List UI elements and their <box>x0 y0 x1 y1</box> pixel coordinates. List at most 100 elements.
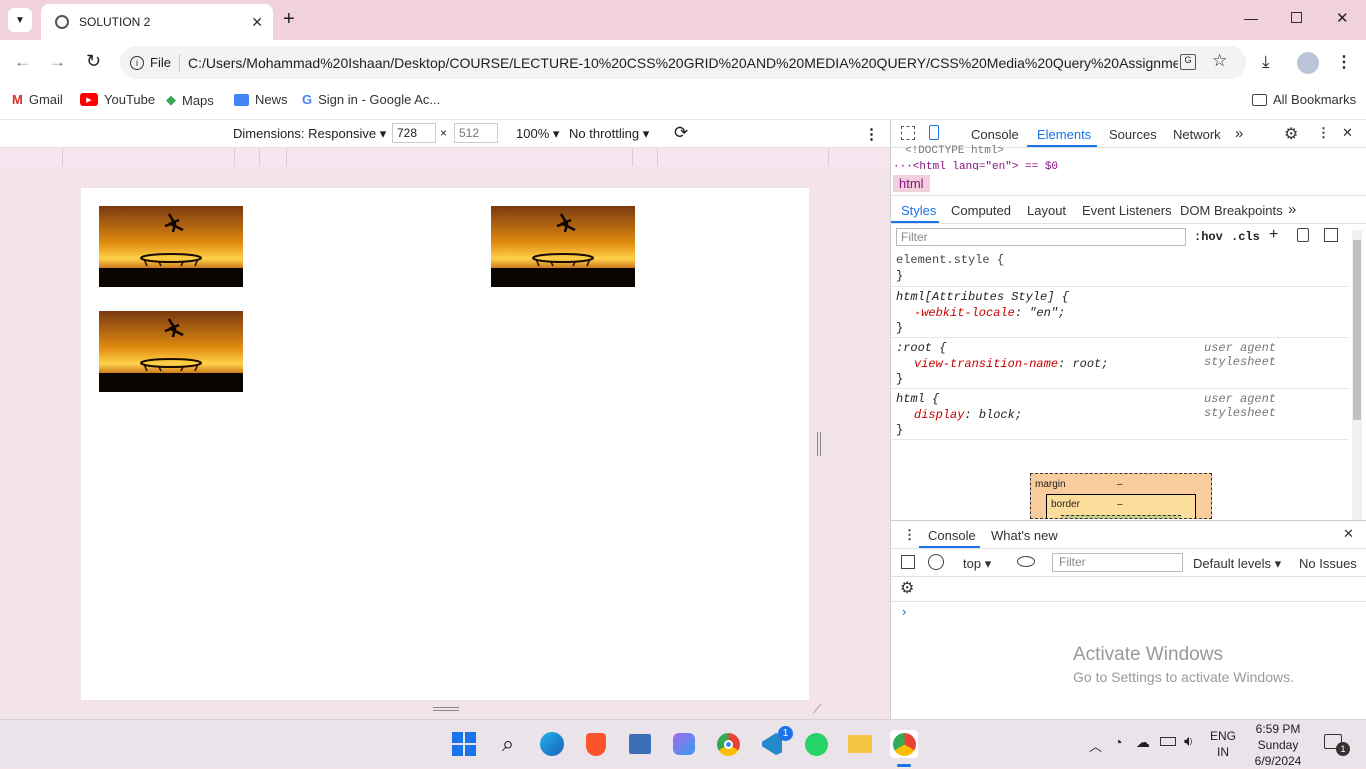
styles-filter-input[interactable]: Filter <box>896 228 1186 246</box>
forward-button[interactable]: → <box>49 52 66 72</box>
chrome-active-icon[interactable] <box>890 730 918 758</box>
minimize-button[interactable]: — <box>1244 10 1258 26</box>
console-prompt[interactable]: › <box>902 604 906 619</box>
browser-tab[interactable]: SOLUTION 2 ✕ <box>41 4 273 40</box>
tab-console[interactable]: Console <box>971 127 1019 142</box>
tab-network[interactable]: Network <box>1173 127 1221 142</box>
bookmark-news[interactable]: News <box>234 92 288 107</box>
drawer-menu-icon[interactable]: ⋮ <box>903 527 916 543</box>
eye-icon[interactable] <box>1017 556 1035 567</box>
settings-gear-icon[interactable]: ⚙ <box>1284 124 1298 144</box>
zoom-select[interactable]: 100% ▾ <box>516 126 559 142</box>
edge-icon[interactable] <box>538 730 566 758</box>
translate-icon[interactable]: G <box>1180 54 1196 70</box>
console-filter-input[interactable]: Filter <box>1052 553 1183 572</box>
box-model-margin[interactable]: margin – border – <box>1030 473 1212 519</box>
cls-toggle[interactable]: .cls <box>1231 230 1260 244</box>
rule-property[interactable]: view-transition-name: root; <box>914 357 1108 371</box>
info-icon[interactable]: i <box>130 55 144 70</box>
close-tab-icon[interactable]: ✕ <box>251 14 263 31</box>
rule-selector[interactable]: element.style { <box>896 253 1004 267</box>
search-icon[interactable]: ⌕ <box>494 730 522 758</box>
tab-search-button[interactable]: ▼ <box>8 8 32 32</box>
restore-button[interactable] <box>1291 12 1302 23</box>
file-explorer-icon[interactable] <box>846 730 874 758</box>
hov-toggle[interactable]: :hov <box>1194 230 1223 244</box>
battery-icon[interactable] <box>1160 737 1176 746</box>
rotate-icon[interactable]: ⟳ <box>674 123 688 143</box>
right-resize-handle[interactable] <box>809 188 829 700</box>
back-button[interactable]: ← <box>14 52 31 72</box>
more-style-tabs-icon[interactable]: » <box>1288 201 1296 218</box>
devtools-menu-icon[interactable]: ⋮ <box>1317 125 1330 141</box>
start-button[interactable] <box>450 730 478 758</box>
rule-selector[interactable]: html { <box>896 392 939 406</box>
device-toggle-icon[interactable] <box>929 125 939 140</box>
copilot-icon[interactable] <box>670 730 698 758</box>
url-text[interactable]: C:/Users/Mohammad%20Ishaan/Desktop/COURS… <box>188 55 1178 71</box>
store-icon[interactable] <box>626 730 654 758</box>
menu-kebab-icon[interactable]: ⋮ <box>1336 52 1352 72</box>
bookmark-gmail[interactable]: M Gmail <box>12 92 63 107</box>
volume-icon[interactable]: 🔉︎ <box>1184 733 1193 750</box>
drawer-tab-console[interactable]: Console <box>928 528 976 543</box>
dom-html-line[interactable]: ···<html lang="en"> == $0 <box>893 161 1058 170</box>
corner-resize-icon[interactable]: ⟋ <box>813 702 821 717</box>
tab-styles[interactable]: Styles <box>901 203 936 218</box>
more-tabs-icon[interactable]: » <box>1235 125 1243 142</box>
tab-computed[interactable]: Computed <box>951 203 1011 218</box>
breadcrumb-html[interactable]: html <box>893 175 930 192</box>
profile-avatar[interactable] <box>1297 52 1319 74</box>
styles-scrollbar[interactable] <box>1352 230 1362 530</box>
add-rule-icon[interactable]: + <box>1269 226 1278 244</box>
inspect-element-icon[interactable] <box>901 126 915 140</box>
dimensions-select[interactable]: Dimensions: Responsive ▾ <box>233 126 386 142</box>
dom-doctype-line[interactable]: <!DOCTYPE html> <box>905 145 1004 157</box>
tab-layout[interactable]: Layout <box>1027 203 1066 218</box>
url-scheme-chip[interactable]: File <box>150 55 171 70</box>
paint-icon[interactable] <box>1297 228 1309 242</box>
tab-dom-breakpoints[interactable]: DOM Breakpoints <box>1180 203 1283 218</box>
new-tab-button[interactable]: + <box>283 8 295 31</box>
drawer-tab-whats-new[interactable]: What's new <box>991 528 1058 543</box>
media-query-ruler[interactable] <box>0 148 890 166</box>
tab-sources[interactable]: Sources <box>1109 127 1157 142</box>
height-input[interactable]: 512 <box>454 123 498 143</box>
download-icon[interactable]: ⤓ <box>1262 52 1270 72</box>
reload-button[interactable]: ↻ <box>86 51 101 72</box>
device-toolbar-menu-icon[interactable]: ⋮ <box>864 125 879 143</box>
throttling-select[interactable]: No throttling ▾ <box>569 126 649 142</box>
vscode-icon[interactable]: 1 <box>758 726 793 758</box>
close-devtools-icon[interactable]: ✕ <box>1342 125 1353 141</box>
box-model-border[interactable]: border – <box>1046 494 1196 518</box>
rule-selector[interactable]: :root { <box>896 341 946 355</box>
bottom-resize-handle[interactable]: ⟋ <box>81 700 829 719</box>
bookmark-google-signin[interactable]: G Sign in - Google Ac... <box>302 92 440 107</box>
cloud-icon[interactable]: ☁ <box>1136 734 1150 751</box>
console-sidebar-icon[interactable] <box>901 555 915 569</box>
rule-selector[interactable]: html[Attributes Style] { <box>896 290 1069 304</box>
chrome-icon[interactable] <box>714 730 742 758</box>
bookmark-maps[interactable]: ◆ Maps <box>166 92 214 108</box>
sidebar-toggle-icon[interactable] <box>1324 228 1338 242</box>
close-drawer-icon[interactable]: ✕ <box>1343 526 1354 542</box>
console-settings-icon[interactable]: ⚙ <box>900 578 914 598</box>
language-indicator[interactable]: ENG IN <box>1210 728 1236 760</box>
tray-chevron-icon[interactable]: ︿ <box>1089 736 1102 755</box>
rule-property[interactable]: -webkit-locale: "en"; <box>914 306 1065 320</box>
bookmark-youtube[interactable]: ▶ YouTube <box>80 92 155 107</box>
whatsapp-icon[interactable] <box>802 730 830 758</box>
context-select[interactable]: top ▾ <box>963 556 991 572</box>
tab-elements[interactable]: Elements <box>1037 127 1091 142</box>
brave-icon[interactable] <box>582 730 610 758</box>
tab-event-listeners[interactable]: Event Listeners <box>1082 203 1172 218</box>
close-window-button[interactable]: ✕ <box>1336 9 1349 27</box>
all-bookmarks[interactable]: All Bookmarks <box>1252 92 1356 107</box>
bookmark-star-icon[interactable]: ☆ <box>1212 51 1227 71</box>
address-bar[interactable]: i File C:/Users/Mohammad%20Ishaan/Deskto… <box>120 46 1246 79</box>
clear-console-icon[interactable] <box>928 554 944 570</box>
clock[interactable]: 6:59 PM Sunday 6/9/2024 <box>1250 721 1306 769</box>
width-input[interactable]: 728 <box>392 123 436 143</box>
rule-property[interactable]: display: block; <box>914 408 1022 422</box>
issues-counter[interactable]: No Issues <box>1299 556 1357 571</box>
